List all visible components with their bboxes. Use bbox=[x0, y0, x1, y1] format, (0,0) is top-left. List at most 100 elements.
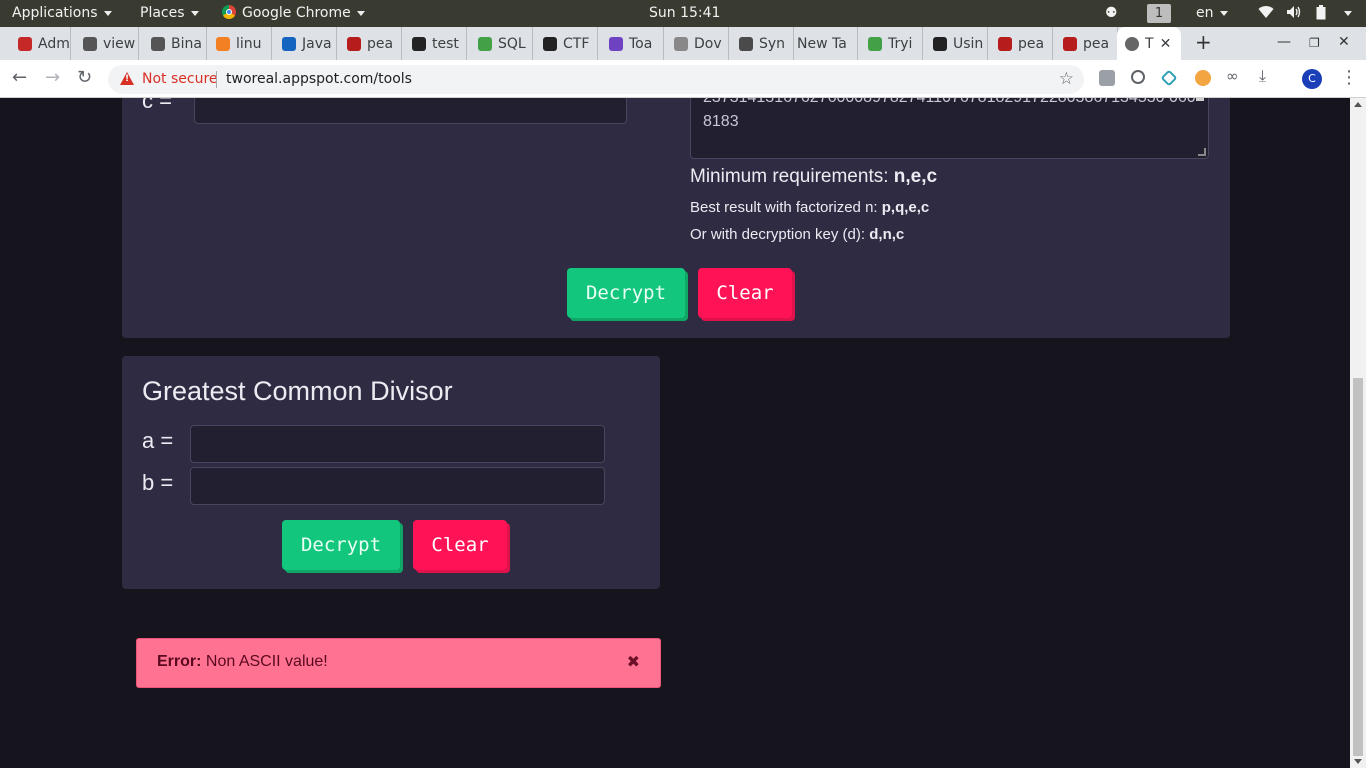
browser-tab[interactable]: New Ta bbox=[795, 27, 858, 60]
gcd-card: Greatest Common Divisor a = b = Decrypt … bbox=[122, 356, 660, 589]
browser-tab[interactable]: view bbox=[75, 27, 139, 60]
a-label: a = bbox=[142, 428, 174, 453]
browser-tab[interactable]: Adm bbox=[10, 27, 71, 60]
tab-label: view bbox=[103, 35, 136, 52]
browser-tab[interactable]: test bbox=[404, 27, 467, 60]
applications-menu[interactable]: Applications bbox=[12, 5, 112, 21]
restore-button[interactable]: ❐ bbox=[1309, 36, 1320, 50]
browser-tab[interactable]: pea bbox=[990, 27, 1053, 60]
browser-tab[interactable]: pea bbox=[1055, 27, 1118, 60]
address-bar[interactable]: ! Not secure tworeal.appspot.com/tools ☆ bbox=[108, 65, 1084, 94]
infinity-icon[interactable]: ∞ bbox=[1226, 67, 1242, 85]
browser-tab[interactable]: Toa bbox=[601, 27, 664, 60]
browser-tab[interactable]: Dov bbox=[666, 27, 729, 60]
language-menu[interactable]: en bbox=[1196, 5, 1228, 21]
tab-favicon-icon bbox=[739, 36, 753, 51]
url-text[interactable]: tworeal.appspot.com/tools bbox=[226, 71, 412, 87]
ciphertext-value: 2373141316762760008978274110767818291722… bbox=[703, 98, 1196, 130]
scroll-down-icon[interactable] bbox=[1354, 759, 1362, 764]
tab-label: Syn bbox=[759, 35, 786, 52]
forward-button[interactable]: → bbox=[45, 68, 60, 88]
scroll-thumb[interactable] bbox=[1353, 378, 1363, 756]
security-status[interactable]: Not secure bbox=[142, 71, 218, 87]
page-scrollbar[interactable] bbox=[1350, 98, 1366, 768]
divider bbox=[216, 71, 217, 88]
a-input[interactable] bbox=[190, 425, 605, 463]
tab-label: Usin bbox=[953, 35, 984, 52]
close-window-button[interactable]: ✕ bbox=[1338, 34, 1350, 50]
browser-menu-icon[interactable]: ⋮ bbox=[1340, 67, 1358, 88]
browser-tab[interactable]: pea bbox=[339, 27, 402, 60]
browser-tab[interactable]: CTF bbox=[535, 27, 598, 60]
decrypt-button[interactable]: Decrypt bbox=[567, 268, 685, 318]
system-menu[interactable] bbox=[1338, 5, 1352, 21]
c-label: c = bbox=[142, 98, 172, 113]
best-label: Best result with factorized n: bbox=[690, 199, 882, 216]
b-label: b = bbox=[142, 470, 174, 495]
tab-label: Dov bbox=[694, 35, 722, 52]
browser-tab[interactable]: Usin bbox=[925, 27, 988, 60]
back-button[interactable]: ← bbox=[12, 68, 27, 88]
tab-strip: Adm view Bina linu Java pea test SQL CTF… bbox=[0, 27, 1366, 60]
reload-button[interactable]: ↻ bbox=[77, 68, 92, 88]
tab-favicon-icon bbox=[83, 36, 97, 51]
bookmark-star-icon[interactable]: ☆ bbox=[1059, 69, 1074, 89]
browser-tab-active[interactable]: T ✕ bbox=[1117, 27, 1181, 60]
volume-icon[interactable] bbox=[1286, 5, 1302, 23]
screenshot-tray-icon[interactable]: ⚉ bbox=[1105, 5, 1118, 21]
tab-label: CTF bbox=[563, 35, 590, 52]
textarea-scrollbar[interactable] bbox=[1196, 98, 1204, 101]
tab-label: pea bbox=[1083, 35, 1110, 52]
places-menu[interactable]: Places bbox=[140, 5, 199, 21]
extension-icon[interactable] bbox=[1099, 70, 1115, 86]
tab-label: New Ta bbox=[797, 35, 847, 52]
tab-favicon-icon bbox=[933, 36, 947, 51]
minimum-requirements: Minimum requirements: n,e,c bbox=[690, 166, 937, 188]
settings-extension-icon[interactable] bbox=[1131, 70, 1145, 84]
tab-label: Tryi bbox=[888, 35, 913, 52]
tab-label: pea bbox=[1018, 35, 1045, 52]
download-icon[interactable]: ⤓ bbox=[1259, 66, 1275, 85]
active-app-menu[interactable]: Google Chrome bbox=[222, 5, 365, 21]
resize-handle-icon[interactable] bbox=[1198, 148, 1206, 156]
c-input[interactable] bbox=[194, 98, 627, 124]
tab-favicon-icon bbox=[868, 36, 882, 51]
battery-icon[interactable] bbox=[1316, 5, 1326, 24]
network-extension-icon[interactable] bbox=[1160, 69, 1178, 87]
browser-tab[interactable]: linu bbox=[208, 27, 272, 60]
places-label: Places bbox=[140, 5, 185, 21]
tab-favicon-icon bbox=[151, 36, 165, 51]
browser-tab[interactable]: SQL bbox=[470, 27, 533, 60]
tab-label: T bbox=[1145, 35, 1154, 52]
browser-tab[interactable]: Java bbox=[274, 27, 337, 60]
gcd-decrypt-button[interactable]: Decrypt bbox=[282, 520, 400, 570]
b-input[interactable] bbox=[190, 467, 605, 505]
tab-favicon-icon bbox=[412, 36, 426, 51]
alert-message: Non ASCII value! bbox=[201, 653, 328, 670]
clock[interactable]: Sun 15:41 bbox=[649, 5, 720, 21]
close-tab-icon[interactable]: ✕ bbox=[1160, 36, 1172, 52]
workspace-indicator[interactable]: 1 bbox=[1147, 4, 1171, 23]
gcd-clear-button[interactable]: Clear bbox=[413, 520, 507, 570]
ciphertext-textarea[interactable]: 2373141316762760008978274110767818291722… bbox=[690, 98, 1209, 159]
tab-favicon-icon bbox=[609, 36, 623, 51]
min-req-value: n,e,c bbox=[893, 166, 938, 187]
minimize-button[interactable]: — bbox=[1277, 34, 1291, 50]
close-icon[interactable]: ✖ bbox=[627, 652, 640, 672]
tab-favicon-icon bbox=[282, 36, 296, 51]
new-tab-button[interactable]: + bbox=[1195, 30, 1212, 54]
browser-toolbar: ← → ↻ ! Not secure tworeal.appspot.com/t… bbox=[0, 60, 1366, 98]
cookie-icon[interactable] bbox=[1195, 70, 1211, 86]
scroll-up-icon[interactable] bbox=[1354, 102, 1362, 107]
wifi-icon[interactable] bbox=[1258, 5, 1274, 23]
tab-label: SQL bbox=[498, 35, 526, 52]
browser-tab[interactable]: Syn bbox=[731, 27, 794, 60]
clear-button[interactable]: Clear bbox=[698, 268, 792, 318]
globe-icon bbox=[1125, 36, 1139, 51]
tab-label: pea bbox=[367, 35, 394, 52]
profile-avatar[interactable]: C bbox=[1302, 69, 1322, 89]
browser-tab[interactable]: Bina bbox=[143, 27, 207, 60]
tab-label: Java bbox=[302, 35, 332, 52]
tab-label: Bina bbox=[171, 35, 202, 52]
browser-tab[interactable]: Tryi bbox=[860, 27, 923, 60]
